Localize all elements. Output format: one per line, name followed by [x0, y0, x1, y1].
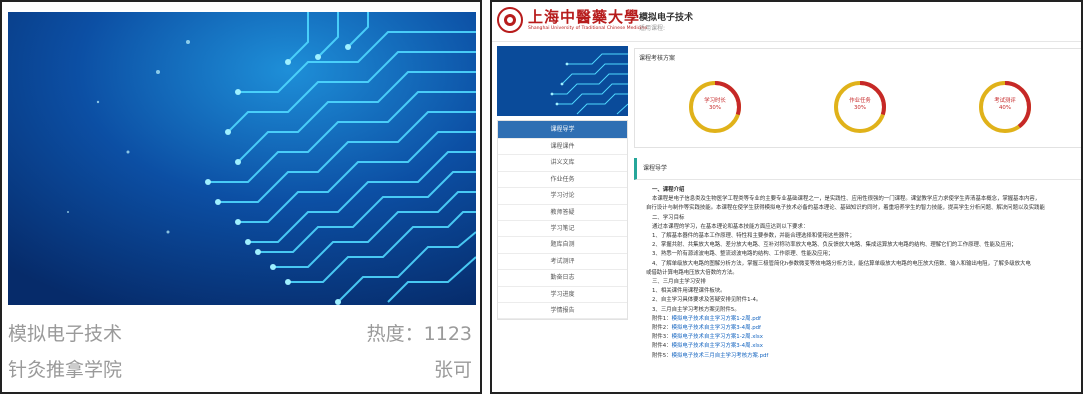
- donut-percent: 30%: [709, 105, 721, 111]
- attachment-row: 附件5：模拟电子技术三月自主学习考核方案.pdf: [652, 352, 1081, 361]
- section-heading: 二、学习目标: [652, 214, 685, 221]
- nav-item-discussion[interactable]: 学习讨论: [498, 188, 627, 205]
- university-logo-icon[interactable]: [496, 6, 524, 34]
- nav-item-quiz[interactable]: 题库自测: [498, 237, 627, 254]
- attachment-link[interactable]: 模拟电子技术自主学习方案3-4周.xlsx: [672, 343, 763, 349]
- donut-percent: 40%: [999, 105, 1011, 111]
- attachment-link[interactable]: 模拟电子技术自主学习方案3-4周.pdf: [672, 325, 761, 331]
- list-item: 1、相关课件用课程课件板块。: [652, 288, 726, 295]
- assessment-title: 课程考核方案: [639, 55, 676, 62]
- header: 上海中醫藥大學 Shanghai University of Tradition…: [492, 2, 1081, 42]
- attachment-prefix: 附件1：: [652, 315, 672, 322]
- donut-label: 考试测评: [994, 98, 1016, 104]
- list-item: 2、自主学习具体要求及答疑安排见附件1-4。: [652, 297, 762, 304]
- list-item: 或借助计算电路电压放大倍数的方法。: [646, 269, 738, 276]
- circuit-thumbnail-image: [497, 46, 628, 116]
- nav-item-notes[interactable]: 学习笔记: [498, 221, 627, 238]
- donut-label: 学习时长: [704, 98, 726, 104]
- assessment-section: 课程考核方案 学习时长 30% 作业任务 30% 考试测评 40%: [634, 48, 1081, 148]
- list-item: 2、掌握共射、共集放大电路、差分放大电路、互补对称功率放大电路、负反馈放大电路、…: [652, 242, 1017, 249]
- attachment-link[interactable]: 模拟电子技术三月自主学习考核方案.pdf: [672, 353, 769, 359]
- nav-item-courseware[interactable]: 课程课件: [498, 139, 627, 156]
- attachment-row: 附件2：模拟电子技术自主学习方案3-4周.pdf: [652, 324, 1081, 333]
- donut-percent: 30%: [854, 105, 866, 111]
- circuit-board-image: [8, 12, 476, 305]
- sidebar: 课程导学 课程课件 讲义文库 作业任务 学习讨论 教师答疑 学习笔记 题库自测 …: [497, 46, 628, 321]
- paragraph: 自行设计与制作等实践技能。本课程在使学生获得模拟电子技术必备的基本理论、基础知识…: [646, 205, 1045, 212]
- teacher-name: 张可: [433, 359, 472, 381]
- attachment-row: 附件1：模拟电子技术自主学习方案1-2周.pdf: [652, 315, 1081, 324]
- paragraph: 本课程是电子信息类及生物医学工程类等专业的主要专业基础课程之一，是实践性、应用性…: [652, 196, 1041, 203]
- attachment-row: 附件4：模拟电子技术自主学习方案3-4周.xlsx: [652, 342, 1081, 351]
- donut-homework: 作业任务 30%: [832, 79, 888, 135]
- course-nav-menu: 课程导学 课程课件 讲义文库 作业任务 学习讨论 教师答疑 学习笔记 题库自测 …: [497, 120, 628, 321]
- course-detail-panel: 上海中醫藥大學 Shanghai University of Tradition…: [490, 0, 1083, 394]
- guide-section: 课程导学 一、课程介绍 本课程是电子信息类及生物医学工程类等专业的主要专业基础课…: [634, 158, 1081, 392]
- attachment-link[interactable]: 模拟电子技术自主学习方案1-2周.pdf: [672, 316, 761, 322]
- donut-study-time: 学习时长 30%: [687, 79, 743, 135]
- paragraph: 通过本课程的学习，在基本理论和基本技能方面应达到以下要求：: [652, 223, 809, 230]
- guide-title: 课程导学: [634, 158, 1081, 180]
- course-card[interactable]: 模拟电子技术 热度：1123 针灸推拿学院 张可: [0, 0, 482, 394]
- list-item: 1、了解基本器件的基本工作原理、特性和主要参数，并能合理选择和使用这些器件；: [652, 233, 855, 240]
- nav-item-guide[interactable]: 课程导学: [498, 121, 627, 139]
- attachment-prefix: 附件4：: [652, 343, 672, 350]
- attachment-prefix: 附件5：: [652, 352, 672, 359]
- school-name-en: Shanghai University of Traditional Chine…: [528, 26, 648, 31]
- nav-item-diligence-log[interactable]: 勤奋日志: [498, 270, 627, 287]
- nav-item-report[interactable]: 学情报告: [498, 303, 627, 320]
- donut-label: 作业任务: [849, 98, 871, 104]
- attachment-link[interactable]: 模拟电子技术自主学习方案1-2周.xlsx: [672, 334, 763, 340]
- college-name: 针灸推拿学院: [8, 359, 123, 381]
- attachment-prefix: 附件2：: [652, 325, 672, 332]
- nav-item-exam[interactable]: 考试测评: [498, 254, 627, 271]
- list-item: 3、熟悉一阶有源滤波电路、整流滤波电路的结构、工作原理、性能及应用；: [652, 251, 834, 258]
- list-item: 4、了解单级放大电路的图解分析方法，掌握三极管简化h参数微变等效电路分析方法，能…: [652, 260, 1031, 267]
- section-heading: 一、课程介绍: [652, 187, 685, 193]
- section-heading: 三、三月自主学习安排: [652, 279, 706, 286]
- school-name-cn: 上海中醫藥大學: [528, 8, 641, 26]
- course-title[interactable]: 模拟电子技术: [8, 322, 122, 346]
- attachment-prefix: 附件3：: [652, 334, 672, 341]
- list-item: 3、三月自主学习考核方案见附件5。: [652, 306, 740, 313]
- page-title: 模拟电子技术: [639, 13, 694, 23]
- guide-content: 一、课程介绍 本课程是电子信息类及生物医学工程类等专业的主要专业基础课程之一，是…: [634, 180, 1081, 361]
- nav-item-progress[interactable]: 学习进度: [498, 287, 627, 303]
- attachment-row: 附件3：模拟电子技术自主学习方案1-2周.xlsx: [652, 333, 1081, 342]
- nav-item-library[interactable]: 讲义文库: [498, 155, 627, 172]
- course-subtitle: 适用课程:: [639, 25, 666, 32]
- course-thumbnail: [497, 46, 628, 116]
- course-cover-image[interactable]: [8, 12, 476, 305]
- nav-item-qa[interactable]: 教师答疑: [498, 205, 627, 221]
- nav-item-homework[interactable]: 作业任务: [498, 172, 627, 189]
- donut-exam: 考试测评 40%: [977, 79, 1033, 135]
- heat-count: 热度：1123: [366, 323, 472, 345]
